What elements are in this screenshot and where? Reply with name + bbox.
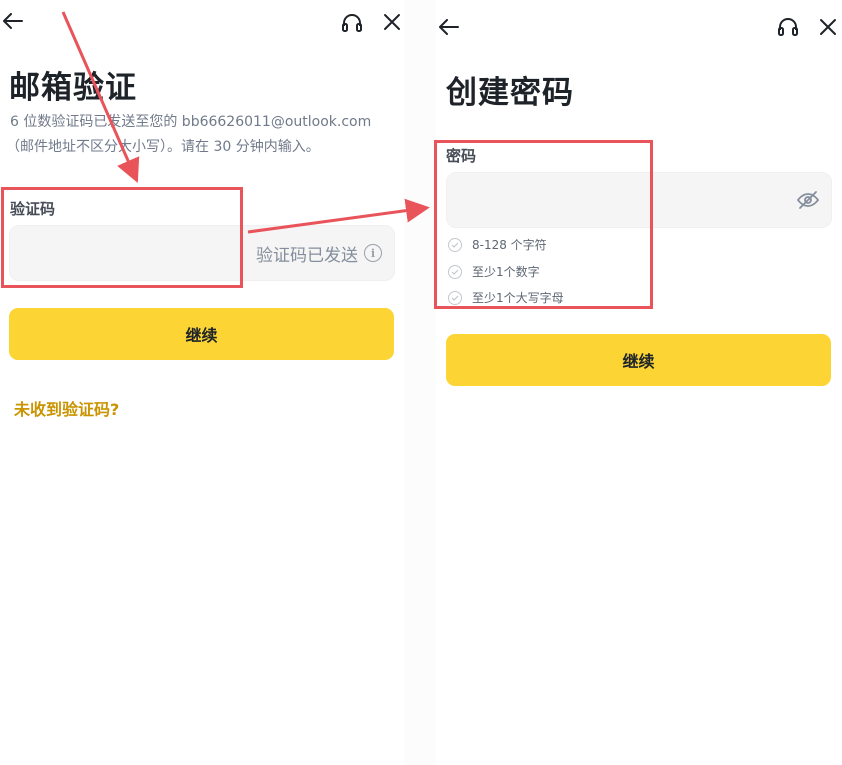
eye-off-icon — [797, 191, 819, 209]
code-sent-status: 验证码已发送 i — [256, 226, 382, 280]
panel-gap — [404, 0, 436, 765]
rule-text: 至少1个数字 — [472, 265, 540, 279]
toggle-visibility-button[interactable] — [797, 189, 819, 211]
rule-text: 至少1个大写字母 — [472, 291, 564, 305]
rule-length: 8-128 个字符 — [448, 236, 547, 253]
headset-icon — [342, 14, 362, 32]
resend-code-link[interactable]: 未收到验证码? — [14, 396, 119, 420]
code-field-label: 验证码 — [10, 200, 56, 218]
check-circle-icon — [448, 264, 462, 279]
info-icon[interactable]: i — [364, 244, 382, 262]
back-button[interactable] — [438, 16, 460, 38]
code-sent-text: 验证码已发送 — [256, 245, 358, 266]
description-line-1: 6 位数验证码已发送至您的 bb66626011@outlook.com — [10, 114, 372, 130]
rule-uppercase: 至少1个大写字母 — [448, 289, 564, 306]
password-field — [446, 172, 832, 228]
close-button[interactable] — [817, 16, 839, 38]
continue-button[interactable]: 继续 — [9, 308, 394, 360]
arrow-left-icon — [439, 19, 459, 35]
continue-button[interactable]: 继续 — [446, 334, 831, 386]
code-field: 验证码已发送 i — [9, 225, 395, 281]
create-password-screen: 创建密码 密码 8-128 个字符 至少1个数字 至少1个大写字母 继续 — [436, 0, 842, 765]
headset-icon — [778, 18, 798, 36]
password-field-label: 密码 — [446, 147, 477, 165]
page-title: 创建密码 — [446, 75, 574, 111]
rule-text: 8-128 个字符 — [472, 238, 547, 252]
rule-number: 至少1个数字 — [448, 263, 540, 280]
check-circle-icon — [448, 237, 462, 252]
description-line-2: （邮件地址不区分大小写）。请在 30 分钟内输入。 — [6, 139, 320, 155]
page-title: 邮箱验证 — [9, 70, 137, 106]
check-circle-icon — [448, 290, 462, 305]
email-verification-screen: 邮箱验证 6 位数验证码已发送至您的 bb66626011@outlook.co… — [0, 0, 404, 765]
close-button[interactable] — [381, 11, 403, 33]
password-input[interactable] — [447, 173, 831, 227]
close-icon — [384, 14, 400, 30]
support-button[interactable] — [776, 15, 800, 39]
back-button[interactable] — [2, 10, 24, 32]
arrow-left-icon — [3, 13, 23, 29]
close-icon — [820, 19, 836, 35]
support-button[interactable] — [340, 11, 364, 35]
